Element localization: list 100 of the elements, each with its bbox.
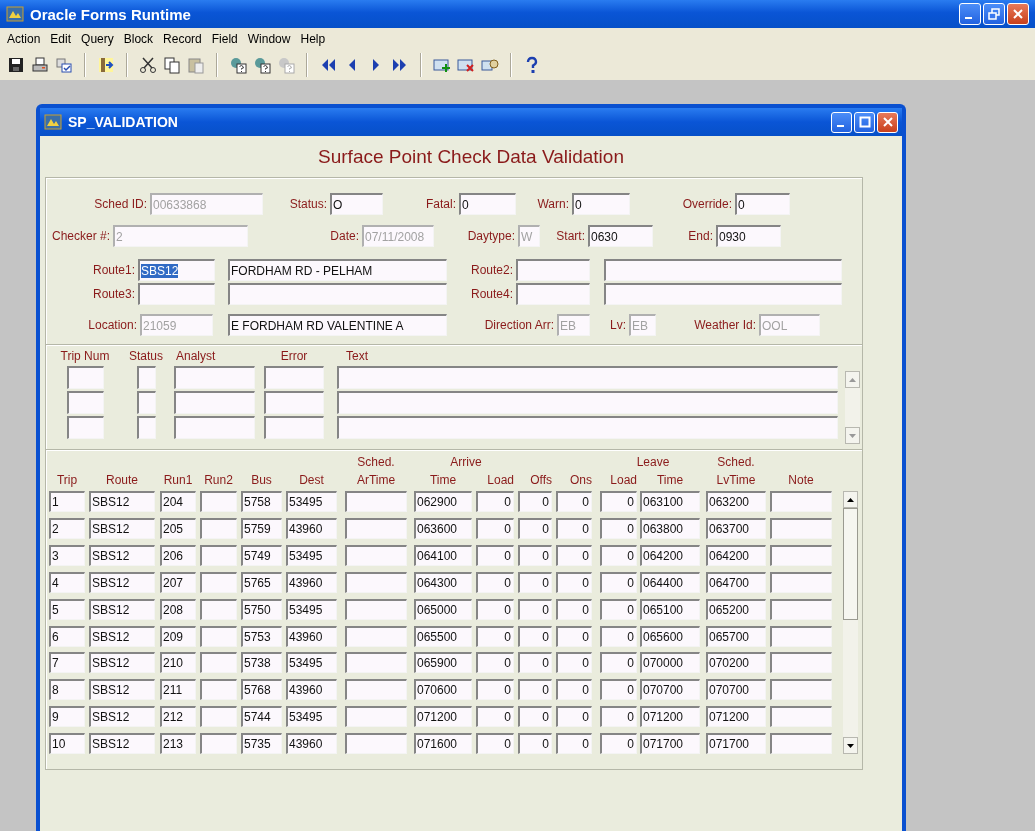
table-cell[interactable]: SBS12 — [89, 598, 155, 620]
table-cell[interactable]: 0 — [600, 706, 637, 728]
table-cell[interactable]: 0 — [476, 652, 514, 674]
menu-item[interactable]: Field — [206, 32, 243, 46]
restore-button[interactable] — [983, 3, 1005, 25]
table-cell[interactable]: 0 — [600, 625, 637, 647]
table-cell[interactable]: 0 — [476, 571, 514, 593]
table-cell[interactable]: 53495 — [286, 652, 337, 674]
table-cell[interactable] — [345, 679, 407, 701]
input-field[interactable] — [604, 283, 842, 305]
table-cell[interactable]: 070200 — [706, 652, 766, 674]
table-cell[interactable]: 0 — [556, 491, 592, 513]
table-cell[interactable]: 43960 — [286, 733, 337, 754]
table-cell[interactable]: 5758 — [241, 491, 282, 513]
scrollbar[interactable] — [843, 491, 858, 754]
table-cell[interactable]: 5768 — [241, 679, 282, 701]
table-cell[interactable]: 071200 — [640, 706, 700, 728]
table-cell[interactable]: 53495 — [286, 545, 337, 567]
table-cell[interactable]: 5 — [49, 598, 85, 620]
menu-item[interactable]: Window — [242, 32, 296, 46]
table-cell[interactable]: 5735 — [241, 733, 282, 754]
table-cell[interactable]: 43960 — [286, 518, 337, 540]
table-cell[interactable] — [345, 545, 407, 567]
table-cell[interactable]: SBS12 — [89, 518, 155, 540]
input-field[interactable]: 0 — [572, 193, 630, 215]
input-field[interactable] — [66, 366, 104, 389]
table-cell[interactable]: SBS12 — [89, 491, 155, 513]
table-cell[interactable]: 070000 — [640, 652, 700, 674]
table-cell[interactable]: 53495 — [286, 491, 337, 513]
input-field[interactable] — [174, 416, 255, 439]
menu-item[interactable]: Block — [118, 32, 159, 46]
table-cell[interactable]: 0 — [556, 625, 592, 647]
table-cell[interactable]: 6 — [49, 625, 85, 647]
table-cell[interactable]: 0 — [556, 571, 592, 593]
table-cell[interactable] — [200, 733, 237, 754]
table-cell[interactable]: SBS12 — [89, 571, 155, 593]
table-cell[interactable] — [345, 652, 407, 674]
table-cell[interactable] — [200, 598, 237, 620]
table-cell[interactable]: 0 — [556, 706, 592, 728]
table-cell[interactable]: 2 — [49, 518, 85, 540]
table-cell[interactable]: 065600 — [640, 625, 700, 647]
table-cell[interactable] — [770, 706, 832, 728]
table-cell[interactable] — [345, 706, 407, 728]
minimize-button[interactable] — [831, 111, 852, 133]
table-cell[interactable]: 0 — [518, 518, 552, 540]
scroll-down-button[interactable] — [843, 737, 858, 754]
table-cell[interactable]: 071600 — [414, 733, 472, 754]
input-field[interactable] — [264, 366, 324, 389]
input-field[interactable]: SBS12 — [138, 259, 215, 281]
table-cell[interactable]: 5765 — [241, 571, 282, 593]
table-cell[interactable]: 5744 — [241, 706, 282, 728]
table-cell[interactable]: 0 — [518, 491, 552, 513]
input-field[interactable] — [174, 391, 255, 414]
table-cell[interactable]: 0 — [476, 733, 514, 754]
table-cell[interactable]: 0 — [518, 625, 552, 647]
scroll-thumb[interactable] — [843, 508, 858, 620]
table-cell[interactable] — [770, 733, 832, 754]
table-cell[interactable]: 063800 — [640, 518, 700, 540]
table-cell[interactable]: 207 — [160, 571, 196, 593]
input-field[interactable]: 0630 — [588, 225, 653, 247]
table-cell[interactable] — [345, 625, 407, 647]
table-cell[interactable]: 0 — [476, 518, 514, 540]
table-cell[interactable]: 5738 — [241, 652, 282, 674]
input-field[interactable]: 0 — [735, 193, 790, 215]
table-cell[interactable]: 204 — [160, 491, 196, 513]
table-cell[interactable]: 0 — [476, 625, 514, 647]
table-cell[interactable]: 0 — [556, 679, 592, 701]
table-cell[interactable]: 065100 — [640, 598, 700, 620]
table-cell[interactable]: 065500 — [414, 625, 472, 647]
close-button[interactable] — [1007, 3, 1029, 25]
table-cell[interactable]: 070700 — [706, 679, 766, 701]
table-cell[interactable]: 0 — [600, 679, 637, 701]
table-cell[interactable]: 0 — [518, 706, 552, 728]
table-cell[interactable]: 0 — [556, 518, 592, 540]
table-cell[interactable]: 43960 — [286, 679, 337, 701]
table-cell[interactable]: 064400 — [640, 571, 700, 593]
table-cell[interactable] — [345, 518, 407, 540]
input-field[interactable]: 0 — [459, 193, 516, 215]
scroll-up-button[interactable] — [843, 491, 858, 508]
input-field[interactable]: O — [330, 193, 383, 215]
table-cell[interactable]: 071200 — [414, 706, 472, 728]
table-cell[interactable]: 063200 — [706, 491, 766, 513]
table-cell[interactable]: 0 — [476, 598, 514, 620]
table-cell[interactable]: 063600 — [414, 518, 472, 540]
input-field[interactable] — [337, 416, 838, 439]
table-cell[interactable]: 065900 — [414, 652, 472, 674]
table-cell[interactable]: 0 — [476, 706, 514, 728]
input-field[interactable] — [136, 366, 156, 389]
table-cell[interactable]: 0 — [600, 733, 637, 754]
table-cell[interactable]: 5759 — [241, 518, 282, 540]
table-cell[interactable]: 065700 — [706, 625, 766, 647]
table-cell[interactable] — [770, 625, 832, 647]
table-cell[interactable] — [200, 545, 237, 567]
table-cell[interactable]: 53495 — [286, 706, 337, 728]
table-cell[interactable]: 4 — [49, 571, 85, 593]
table-cell[interactable]: 212 — [160, 706, 196, 728]
table-cell[interactable]: 063100 — [640, 491, 700, 513]
table-cell[interactable]: 5753 — [241, 625, 282, 647]
input-field[interactable] — [337, 391, 838, 414]
table-cell[interactable] — [770, 491, 832, 513]
